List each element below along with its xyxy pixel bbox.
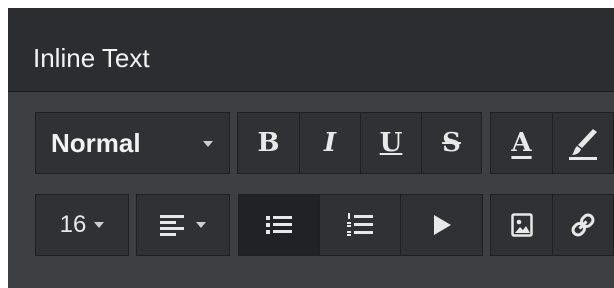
align-select[interactable] [136,194,230,256]
align-button[interactable] [137,195,229,255]
underline-button[interactable]: U [360,113,421,173]
list-group [238,194,483,256]
font-size-button[interactable]: 16 [36,195,128,255]
numbered-list-icon [347,213,373,236]
bold-icon: B [257,128,280,158]
italic-icon: I [323,128,337,158]
strikethrough-icon: S [442,128,461,158]
font-size-select[interactable]: 16 [35,194,129,256]
align-left-icon [160,215,184,236]
font-color-button[interactable]: A [491,113,552,173]
panel-header: Inline Text [8,8,614,92]
format-select[interactable]: Normal [35,112,230,174]
paintbrush-icon [569,129,597,160]
strikethrough-button[interactable]: S [421,113,481,173]
bold-button[interactable]: B [238,113,299,173]
play-button[interactable] [400,195,482,255]
insert-image-button[interactable] [491,195,552,255]
format-select-value: Normal [51,127,141,158]
font-size-value: 16 [59,211,87,238]
bullet-list-icon [266,216,292,234]
inline-text-panel: Inline Text Normal B I U S A 16 [8,8,614,288]
insert-group [490,194,614,256]
color-group: A [490,112,614,174]
italic-button[interactable]: I [299,113,360,173]
bullet-list-button[interactable] [239,195,319,255]
highlight-button[interactable] [552,113,613,173]
image-icon [510,213,533,237]
chevron-down-icon [196,222,206,228]
link-icon [571,213,595,237]
font-color-icon: A [511,128,532,158]
format-select-button[interactable]: Normal [36,113,229,173]
chevron-down-icon [94,222,105,228]
numbered-list-button[interactable] [319,195,400,255]
insert-link-button[interactable] [552,195,613,255]
chevron-down-icon [203,141,213,147]
play-icon [433,215,451,235]
panel-title: Inline Text [33,43,150,73]
text-style-group: B I U S [237,112,482,174]
underline-icon: U [379,128,403,158]
